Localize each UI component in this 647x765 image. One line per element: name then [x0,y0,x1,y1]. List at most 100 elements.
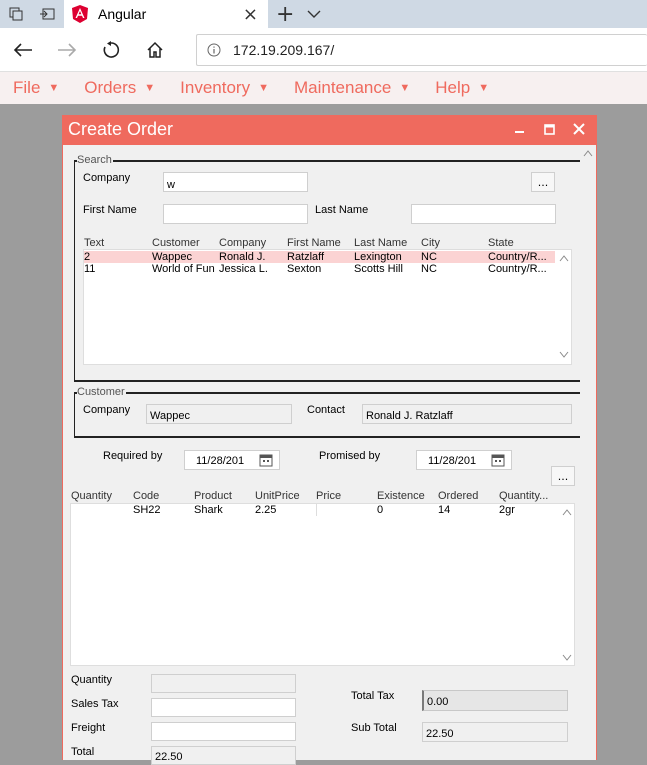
first-name-label: First Name [83,204,137,216]
back-icon[interactable] [12,40,34,60]
col-text-header[interactable]: Text [84,237,150,249]
table-row[interactable]: 2 Wappec Ronald J. Ratzlaff Lexington NC… [84,251,555,263]
scroll-up-icon[interactable] [583,149,593,157]
col-last-name-header[interactable]: Last Name [354,237,420,249]
scroll-up-icon[interactable] [562,508,572,516]
required-by-value: 11/28/201 [196,455,245,467]
col-quantity2-header[interactable]: Quantity... [499,490,555,502]
sub-total-label: Sub Total [351,722,397,734]
item-unit-price: 2.25 [255,504,277,516]
menu-file[interactable]: File ▼ [13,78,59,98]
contact-value: Ronald J. Ratzlaff [366,410,453,422]
calendar-icon[interactable] [259,453,273,467]
scroll-down-icon[interactable] [562,654,572,662]
row-state: Country/R... [488,263,547,275]
search-legend: Search [77,154,113,166]
col-code-header[interactable]: Code [133,490,193,502]
total-tax-field: 0.00 [422,690,568,711]
angular-logo-icon [72,5,88,23]
col-quantity-header[interactable]: Quantity [71,490,131,502]
col-existence-header[interactable]: Existence [377,490,437,502]
menu-inventory[interactable]: Inventory ▼ [180,78,269,98]
sub-total-field: 22.50 [422,722,568,742]
scroll-up-icon[interactable] [559,254,569,262]
browser-tab[interactable]: Angular × [64,0,268,28]
menu-help[interactable]: Help ▼ [435,78,489,98]
promised-by-label: Promised by [319,450,381,462]
menu-file-label: File [13,78,41,97]
set-tabs-aside-icon[interactable] [38,6,56,22]
col-customer-header[interactable]: Customer [152,237,218,249]
promised-by-date-picker[interactable]: 11/28/201 [416,450,512,470]
calendar-icon[interactable] [491,453,505,467]
browser-tab-bar: Angular × + [0,0,647,28]
info-icon[interactable] [207,43,221,57]
search-browse-button[interactable]: ... [531,172,555,192]
promised-by-value: 11/28/201 [428,455,477,467]
contact-field: Ronald J. Ratzlaff [362,404,572,424]
caret-down-icon: ▼ [144,82,156,94]
maximize-icon[interactable] [544,124,556,136]
col-state-header[interactable]: State [488,237,554,249]
row-last-name: Lexington [354,251,402,263]
customer-company-value: Wappec [150,410,190,422]
close-tab-icon[interactable]: × [243,4,258,25]
item-quantity2: 2gr [499,504,515,516]
total-field: 22.50 [151,746,296,765]
dialog-title: Create Order [68,119,174,139]
url-field[interactable]: 172.19.209.167/ [196,34,647,66]
new-tab-icon[interactable]: + [276,2,294,27]
items-scrollbar[interactable] [559,504,574,665]
divider [74,380,580,382]
row-company: Jessica L. [219,263,268,275]
close-icon[interactable] [573,123,587,137]
home-icon[interactable] [144,40,166,60]
chevron-down-icon[interactable] [306,7,322,21]
dialog-scrollbar[interactable] [580,145,596,760]
row-customer: Wappec [152,251,192,263]
refresh-icon[interactable] [100,40,122,60]
col-city-header[interactable]: City [421,237,487,249]
row-text: 11 [84,263,96,275]
dialog-title-bar[interactable]: Create Order [62,115,597,145]
forward-icon[interactable] [56,40,78,60]
menu-inventory-label: Inventory [180,78,251,97]
customer-company-field: Wappec [146,404,292,424]
sales-tax-input[interactable] [151,698,296,717]
tab-actions-icon[interactable] [8,6,24,22]
last-name-input[interactable] [411,204,556,224]
sales-tax-label: Sales Tax [71,698,119,710]
quantity-label: Quantity [71,674,112,686]
col-ordered-header[interactable]: Ordered [438,490,498,502]
item-price [316,504,376,516]
order-items-table [70,503,575,666]
scroll-down-icon[interactable] [559,351,569,359]
col-price-header[interactable]: Price [316,490,376,502]
search-company-value: w [167,179,175,191]
total-label: Total [71,746,95,758]
col-unit-price-header[interactable]: UnitPrice [255,490,315,502]
col-first-name-header[interactable]: First Name [287,237,353,249]
total-tax-value: 0.00 [427,696,449,708]
menu-orders[interactable]: Orders ▼ [84,78,155,98]
table-row[interactable]: SH22 Shark 2.25 0 14 2gr [71,504,557,516]
results-scrollbar[interactable] [556,251,571,364]
customer-company-label: Company [83,404,131,416]
search-company-input[interactable]: w [163,172,308,192]
col-product-header[interactable]: Product [194,490,254,502]
items-browse-label: ... [557,469,569,483]
caret-down-icon: ▼ [478,82,490,94]
required-by-date-picker[interactable]: 11/28/201 [184,450,280,470]
tab-title: Angular [98,6,147,22]
row-first-name: Ratzlaff [287,251,325,263]
col-company-header[interactable]: Company [219,237,285,249]
menu-help-label: Help [435,78,471,97]
menu-maintenance[interactable]: Maintenance ▼ [294,78,410,98]
table-row[interactable]: 11 World of Fun Jessica L. Sexton Scotts… [84,263,555,275]
freight-input[interactable] [151,722,296,741]
items-browse-button[interactable]: ... [551,466,575,486]
contact-label: Contact [307,404,345,416]
minimize-icon[interactable] [514,120,528,138]
first-name-input[interactable] [163,204,308,224]
customer-legend: Customer [77,386,126,398]
